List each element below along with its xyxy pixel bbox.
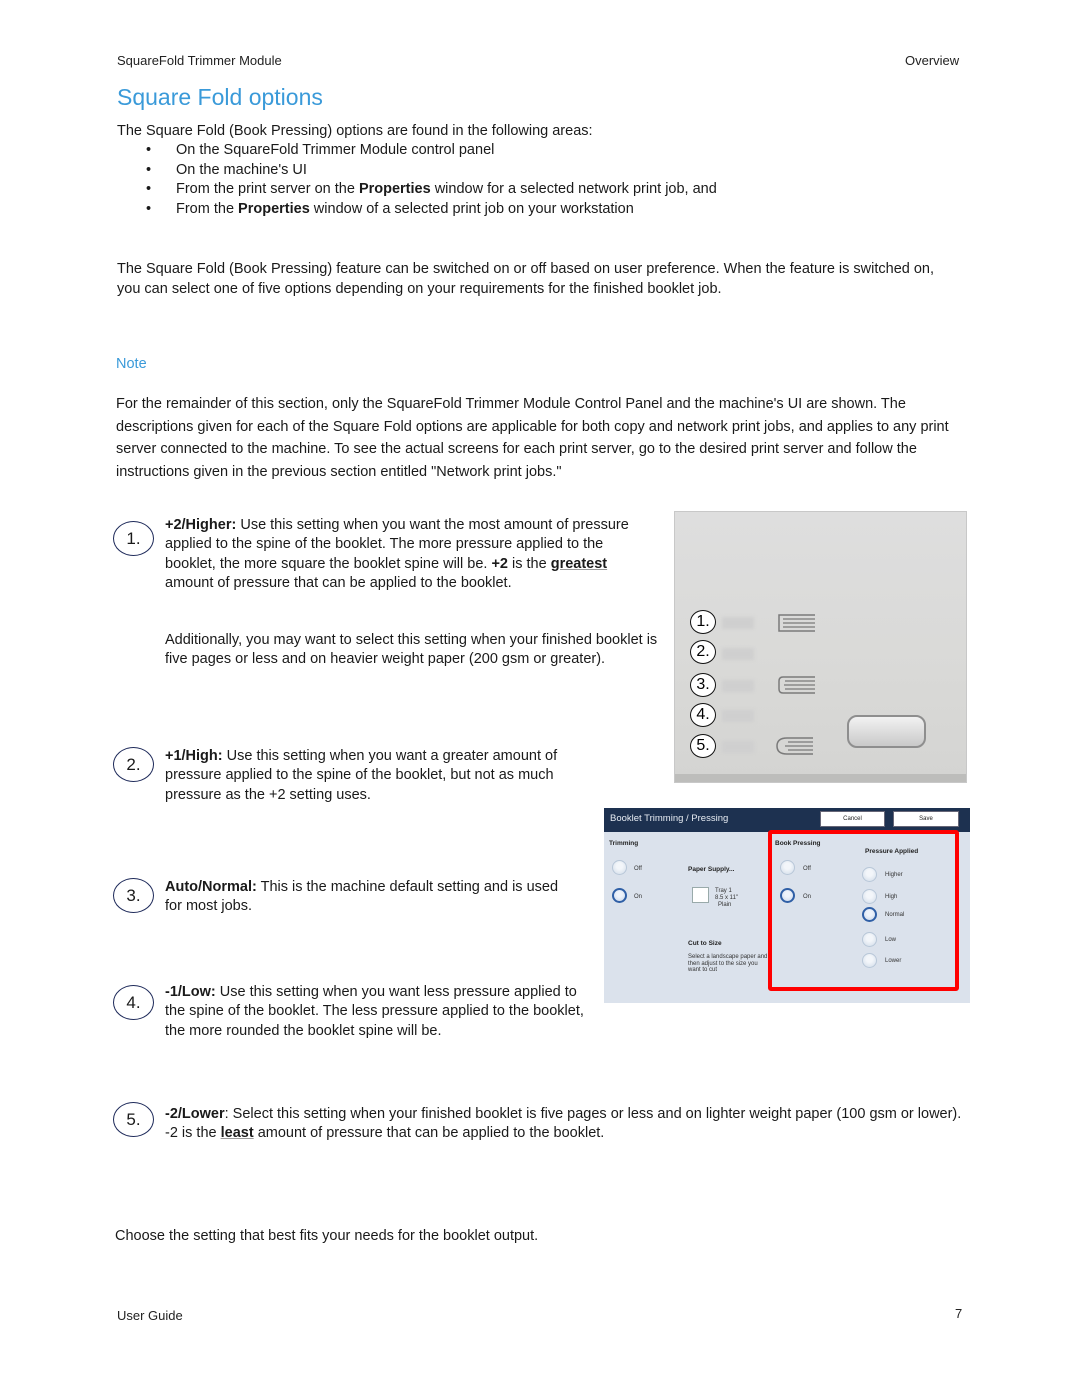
pressure-high-radio[interactable] bbox=[862, 889, 877, 904]
closing-text: Choose the setting that best fits your n… bbox=[115, 1228, 539, 1244]
note-text: For the remainder of this section, only … bbox=[116, 396, 949, 480]
book-pressing-off-label: Off bbox=[803, 866, 811, 872]
trimming-off-radio[interactable] bbox=[612, 860, 627, 875]
pressure-lower-radio[interactable] bbox=[862, 953, 877, 968]
trimming-off-label: Off bbox=[634, 866, 642, 872]
paper-tray-button[interactable] bbox=[692, 887, 709, 903]
panel-start-button[interactable] bbox=[847, 715, 926, 748]
rounded-spine-icon bbox=[776, 737, 813, 755]
panel-led-5 bbox=[722, 741, 754, 753]
page-title: Square Fold options bbox=[117, 84, 323, 110]
square-spine-icon bbox=[778, 614, 815, 632]
pressure-high-label: High bbox=[885, 894, 898, 900]
option-high-description: +1/High: Use this setting when you want … bbox=[165, 748, 558, 803]
trimming-on-radio[interactable] bbox=[612, 888, 627, 903]
book-pressing-on-radio[interactable] bbox=[780, 888, 795, 903]
machine-ui-screenshot: Booklet Trimming / Pressing Cancel Save … bbox=[604, 808, 970, 1003]
footer-left: User Guide bbox=[117, 1308, 183, 1323]
panel-led-4 bbox=[722, 710, 754, 722]
tray-paper-type: Plain bbox=[718, 902, 732, 908]
save-button[interactable]: Save bbox=[893, 811, 959, 827]
list-item: From the Properties window of a selected… bbox=[115, 200, 975, 220]
pressure-low-label: Low bbox=[885, 937, 897, 943]
option-higher-description: +2/Higher: Use this setting when you wan… bbox=[165, 517, 629, 591]
running-header-left: SquareFold Trimmer Module bbox=[117, 53, 282, 68]
tray-name: Tray 1 bbox=[715, 888, 732, 894]
control-panel-image: 1. 2. 3. 4. 5. bbox=[674, 511, 967, 783]
option-number-badge: 3. bbox=[113, 878, 154, 913]
list-item: On the machine's UI bbox=[115, 161, 975, 181]
option-number-badge: 2. bbox=[113, 747, 154, 782]
pressure-higher-label: Higher bbox=[885, 872, 903, 878]
panel-number-2: 2. bbox=[690, 640, 716, 664]
option-lower-description: -2/Lower: Select this setting when your … bbox=[165, 1106, 962, 1142]
book-pressing-on-label: On bbox=[803, 894, 812, 900]
cancel-button[interactable]: Cancel bbox=[820, 811, 885, 827]
intro-text: The Square Fold (Book Pressing) options … bbox=[117, 123, 593, 139]
locations-list: On the SquareFold Trimmer Module control… bbox=[115, 141, 975, 219]
cut-to-size-label: Cut to Size bbox=[688, 940, 722, 947]
option-higher-extra: Additionally, you may want to select thi… bbox=[165, 632, 658, 668]
pressure-higher-radio[interactable] bbox=[862, 867, 877, 882]
panel-number-1: 1. bbox=[690, 610, 716, 634]
option-normal-description: Auto/Normal: This is the machine default… bbox=[165, 879, 559, 915]
trimming-label: Trimming bbox=[609, 840, 639, 847]
running-header-right: Overview bbox=[905, 53, 960, 68]
option-number-badge: 4. bbox=[113, 985, 154, 1020]
book-pressing-off-radio[interactable] bbox=[780, 860, 795, 875]
pressure-low-radio[interactable] bbox=[862, 932, 877, 947]
semi-square-spine-icon bbox=[778, 676, 815, 694]
panel-led-1 bbox=[722, 617, 754, 629]
page-number: 7 bbox=[955, 1306, 963, 1321]
list-item: On the SquareFold Trimmer Module control… bbox=[115, 141, 975, 161]
note-label: Note bbox=[116, 356, 147, 372]
panel-number-3: 3. bbox=[690, 673, 716, 697]
book-pressing-label: Book Pressing bbox=[775, 840, 821, 847]
feature-paragraph: The Square Fold (Book Pressing) feature … bbox=[117, 261, 935, 297]
pressure-lower-label: Lower bbox=[885, 958, 902, 964]
panel-led-3 bbox=[722, 680, 754, 692]
paper-supply-button[interactable]: Paper Supply... bbox=[688, 866, 734, 873]
option-number-badge: 1. bbox=[113, 521, 154, 556]
tray-size: 8.5 x 11" bbox=[715, 895, 739, 901]
option-number-badge: 5. bbox=[113, 1102, 154, 1137]
option-low-description: -1/Low: Use this setting when you want l… bbox=[165, 984, 584, 1039]
list-item: From the print server on the Properties … bbox=[115, 180, 975, 200]
panel-number-5: 5. bbox=[690, 734, 716, 758]
pressure-normal-radio[interactable] bbox=[862, 907, 877, 922]
ui-window-title: Booklet Trimming / Pressing bbox=[610, 813, 729, 824]
pressure-applied-label: Pressure Applied bbox=[865, 848, 919, 855]
cut-to-size-text: Select a landscape paper and then adjust… bbox=[688, 954, 768, 973]
pressure-normal-label: Normal bbox=[885, 912, 905, 918]
panel-led-2 bbox=[722, 648, 754, 660]
panel-number-4: 4. bbox=[690, 703, 716, 727]
trimming-on-label: On bbox=[634, 894, 643, 900]
